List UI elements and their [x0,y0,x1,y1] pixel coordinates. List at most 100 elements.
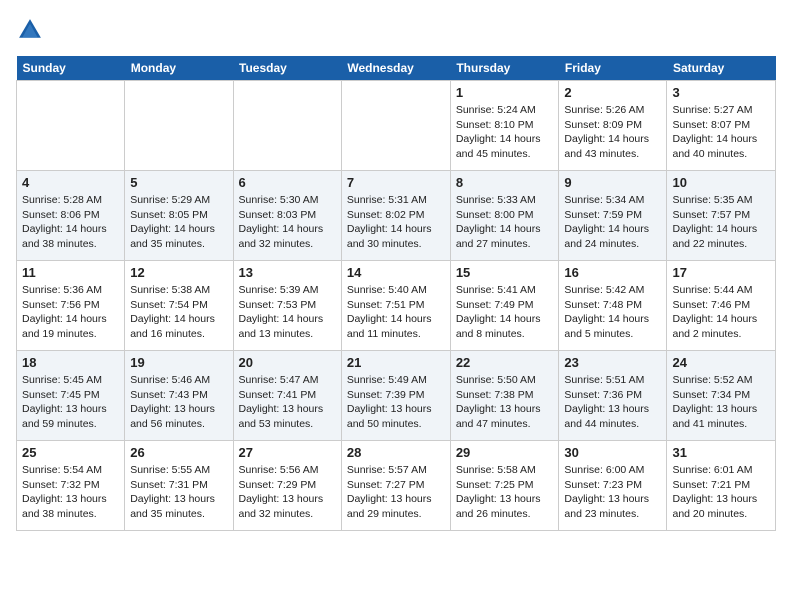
day-number: 28 [347,445,445,460]
cell-content: Sunrise: 5:52 AM Sunset: 7:34 PM Dayligh… [672,373,770,432]
cell-content: Sunrise: 5:55 AM Sunset: 7:31 PM Dayligh… [130,463,227,522]
calendar-cell: 12Sunrise: 5:38 AM Sunset: 7:54 PM Dayli… [125,261,233,351]
day-number: 23 [564,355,661,370]
calendar-cell: 17 Sunrise: 5:44 AM Sunset: 7:46 PM Dayli… [667,261,776,351]
cell-content: Sunrise: 6:01 AM Sunset: 7:21 PM Dayligh… [672,463,770,522]
calendar-cell: 3 Sunrise: 5:27 AM Sunset: 8:07 PM Daylig… [667,81,776,171]
cell-content: Sunrise: 5:44 AM Sunset: 7:46 PM Dayligh… [672,283,770,342]
header-day-friday: Friday [559,56,667,81]
calendar-table: SundayMondayTuesdayWednesdayThursdayFrid… [16,56,776,531]
cell-content: Sunrise: 5:45 AM Sunset: 7:45 PM Dayligh… [22,373,119,432]
calendar-cell: 20 Sunrise: 5:47 AM Sunset: 7:41 PM Dayli… [233,351,341,441]
calendar-cell: 30 Sunrise: 6:00 AM Sunset: 7:23 PM Dayli… [559,441,667,531]
calendar-week-row: 1 Sunrise: 5:24 AM Sunset: 8:10 PM Daylig… [17,81,776,171]
calendar-cell: 5 Sunrise: 5:29 AM Sunset: 8:05 PM Daylig… [125,171,233,261]
day-number: 16 [564,265,661,280]
header-day-saturday: Saturday [667,56,776,81]
cell-content: Sunrise: 6:00 AM Sunset: 7:23 PM Dayligh… [564,463,661,522]
cell-content: Sunrise: 5:40 AM Sunset: 7:51 PM Dayligh… [347,283,445,342]
day-number: 2 [564,85,661,100]
cell-content: Sunrise: 5:27 AM Sunset: 8:07 PM Dayligh… [672,103,770,162]
calendar-week-row: 18 Sunrise: 5:45 AM Sunset: 7:45 PM Dayli… [17,351,776,441]
calendar-cell: 16Sunrise: 5:42 AM Sunset: 7:48 PM Dayli… [559,261,667,351]
day-number: 27 [239,445,336,460]
calendar-week-row: 11 Sunrise: 5:36 AM Sunset: 7:56 PM Dayli… [17,261,776,351]
calendar-cell: 15 Sunrise: 5:41 AM Sunset: 7:49 PM Dayli… [450,261,559,351]
header-day-thursday: Thursday [450,56,559,81]
day-number: 15 [456,265,554,280]
cell-content: Sunrise: 5:51 AM Sunset: 7:36 PM Dayligh… [564,373,661,432]
day-number: 13 [239,265,336,280]
calendar-cell: 13 Sunrise: 5:39 AM Sunset: 7:53 PM Dayli… [233,261,341,351]
calendar-cell [125,81,233,171]
cell-content: Sunrise: 5:31 AM Sunset: 8:02 PM Dayligh… [347,193,445,252]
cell-content: Sunrise: 5:46 AM Sunset: 7:43 PM Dayligh… [130,373,227,432]
calendar-week-row: 25Sunrise: 5:54 AM Sunset: 7:32 PM Dayli… [17,441,776,531]
cell-content: Sunrise: 5:54 AM Sunset: 7:32 PM Dayligh… [22,463,119,522]
calendar-cell: 23 Sunrise: 5:51 AM Sunset: 7:36 PM Dayli… [559,351,667,441]
calendar-cell: 14 Sunrise: 5:40 AM Sunset: 7:51 PM Dayli… [341,261,450,351]
cell-content: Sunrise: 5:49 AM Sunset: 7:39 PM Dayligh… [347,373,445,432]
day-number: 1 [456,85,554,100]
day-number: 9 [564,175,661,190]
calendar-cell: 24Sunrise: 5:52 AM Sunset: 7:34 PM Dayli… [667,351,776,441]
day-number: 20 [239,355,336,370]
cell-content: Sunrise: 5:36 AM Sunset: 7:56 PM Dayligh… [22,283,119,342]
calendar-header-row: SundayMondayTuesdayWednesdayThursdayFrid… [17,56,776,81]
cell-content: Sunrise: 5:28 AM Sunset: 8:06 PM Dayligh… [22,193,119,252]
day-number: 29 [456,445,554,460]
calendar-cell: 27 Sunrise: 5:56 AM Sunset: 7:29 PM Dayli… [233,441,341,531]
calendar-cell: 2 Sunrise: 5:26 AM Sunset: 8:09 PM Daylig… [559,81,667,171]
calendar-cell: 31 Sunrise: 6:01 AM Sunset: 7:21 PM Dayli… [667,441,776,531]
cell-content: Sunrise: 5:24 AM Sunset: 8:10 PM Dayligh… [456,103,554,162]
calendar-cell: 8Sunrise: 5:33 AM Sunset: 8:00 PM Daylig… [450,171,559,261]
day-number: 6 [239,175,336,190]
header-day-sunday: Sunday [17,56,125,81]
day-number: 19 [130,355,227,370]
day-number: 17 [672,265,770,280]
calendar-cell: 10 Sunrise: 5:35 AM Sunset: 7:57 PM Dayli… [667,171,776,261]
day-number: 26 [130,445,227,460]
cell-content: Sunrise: 5:56 AM Sunset: 7:29 PM Dayligh… [239,463,336,522]
cell-content: Sunrise: 5:39 AM Sunset: 7:53 PM Dayligh… [239,283,336,342]
logo-icon [16,16,44,44]
cell-content: Sunrise: 5:29 AM Sunset: 8:05 PM Dayligh… [130,193,227,252]
calendar-cell: 6 Sunrise: 5:30 AM Sunset: 8:03 PM Daylig… [233,171,341,261]
calendar-cell: 9 Sunrise: 5:34 AM Sunset: 7:59 PM Daylig… [559,171,667,261]
calendar-cell: 19 Sunrise: 5:46 AM Sunset: 7:43 PM Dayli… [125,351,233,441]
calendar-cell: 4 Sunrise: 5:28 AM Sunset: 8:06 PM Daylig… [17,171,125,261]
day-number: 18 [22,355,119,370]
cell-content: Sunrise: 5:35 AM Sunset: 7:57 PM Dayligh… [672,193,770,252]
calendar-cell: 11 Sunrise: 5:36 AM Sunset: 7:56 PM Dayli… [17,261,125,351]
calendar-cell [17,81,125,171]
cell-content: Sunrise: 5:47 AM Sunset: 7:41 PM Dayligh… [239,373,336,432]
cell-content: Sunrise: 5:57 AM Sunset: 7:27 PM Dayligh… [347,463,445,522]
calendar-cell [233,81,341,171]
cell-content: Sunrise: 5:33 AM Sunset: 8:00 PM Dayligh… [456,193,554,252]
calendar-cell: 25Sunrise: 5:54 AM Sunset: 7:32 PM Dayli… [17,441,125,531]
day-number: 10 [672,175,770,190]
day-number: 11 [22,265,119,280]
cell-content: Sunrise: 5:50 AM Sunset: 7:38 PM Dayligh… [456,373,554,432]
calendar-cell: 26 Sunrise: 5:55 AM Sunset: 7:31 PM Dayli… [125,441,233,531]
day-number: 3 [672,85,770,100]
cell-content: Sunrise: 5:30 AM Sunset: 8:03 PM Dayligh… [239,193,336,252]
calendar-cell: 21Sunrise: 5:49 AM Sunset: 7:39 PM Dayli… [341,351,450,441]
header-day-wednesday: Wednesday [341,56,450,81]
day-number: 5 [130,175,227,190]
calendar-cell: 29Sunrise: 5:58 AM Sunset: 7:25 PM Dayli… [450,441,559,531]
cell-content: Sunrise: 5:34 AM Sunset: 7:59 PM Dayligh… [564,193,661,252]
calendar-cell: 1 Sunrise: 5:24 AM Sunset: 8:10 PM Daylig… [450,81,559,171]
day-number: 30 [564,445,661,460]
day-number: 14 [347,265,445,280]
logo [16,16,48,44]
calendar-cell: 18 Sunrise: 5:45 AM Sunset: 7:45 PM Dayli… [17,351,125,441]
day-number: 4 [22,175,119,190]
calendar-week-row: 4 Sunrise: 5:28 AM Sunset: 8:06 PM Daylig… [17,171,776,261]
page-header [16,16,776,44]
cell-content: Sunrise: 5:41 AM Sunset: 7:49 PM Dayligh… [456,283,554,342]
header-day-monday: Monday [125,56,233,81]
day-number: 31 [672,445,770,460]
day-number: 7 [347,175,445,190]
cell-content: Sunrise: 5:26 AM Sunset: 8:09 PM Dayligh… [564,103,661,162]
